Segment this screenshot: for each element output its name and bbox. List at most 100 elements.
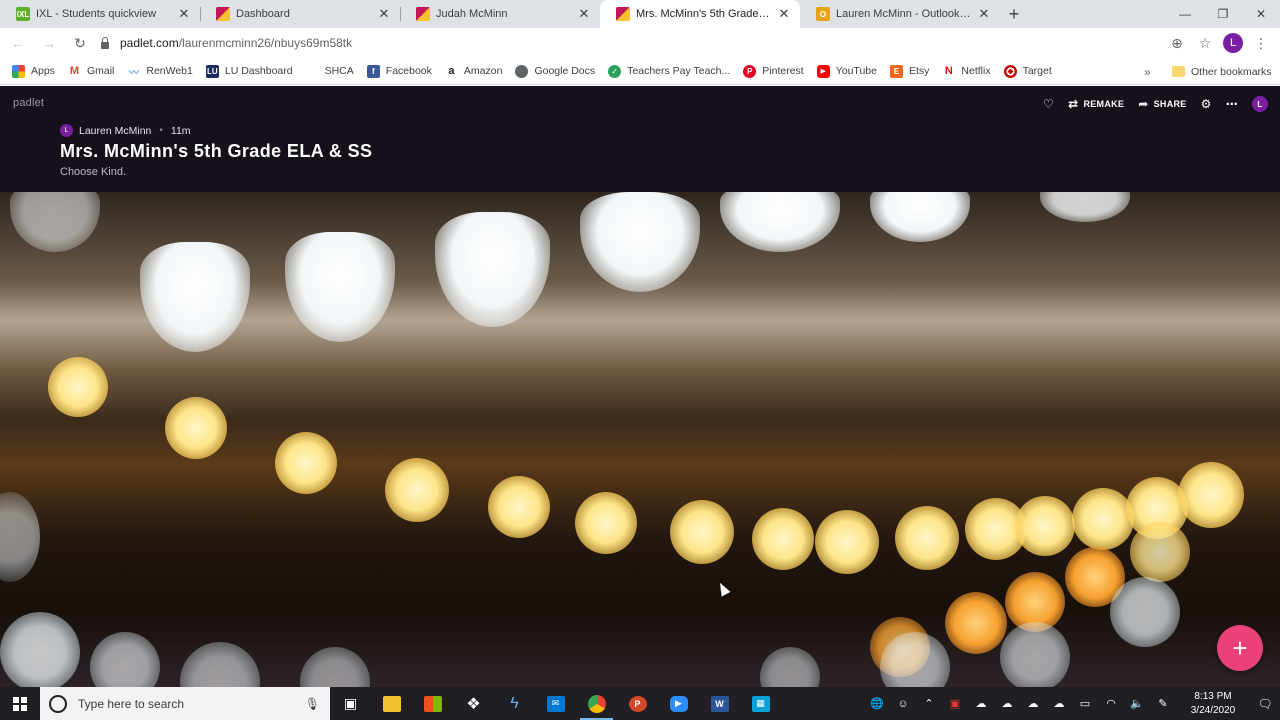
bookmark-renweb1[interactable]: 〰 RenWeb1 xyxy=(127,64,193,79)
onedrive-icon[interactable]: ☁ xyxy=(968,687,994,720)
heart-icon[interactable]: ♡ xyxy=(1043,97,1054,111)
task-view-icon[interactable]: ▣ xyxy=(330,687,371,720)
address-bar[interactable]: padlet.com/laurenmcminn26/nbuys69m58tk xyxy=(92,30,1190,56)
wallpaper-bokeh-light xyxy=(760,647,820,687)
tab-dashboard[interactable]: Dashboard ✕ xyxy=(200,0,400,28)
forward-arrow-icon[interactable]: → xyxy=(36,30,62,56)
start-button[interactable] xyxy=(0,687,40,720)
close-window-icon[interactable]: ✕ xyxy=(1242,0,1280,28)
bookmark-star-icon[interactable]: ☆ xyxy=(1194,32,1216,54)
wallpaper-bokeh-light xyxy=(0,612,80,687)
tab-padlet-active[interactable]: Mrs. McMinn's 5th Grade ELA & ✕ xyxy=(600,0,800,28)
close-icon[interactable]: ✕ xyxy=(376,6,392,22)
ixl-favicon-icon: IXL xyxy=(16,7,30,21)
gmail-icon: M xyxy=(67,64,81,78)
wallpaper-bulb xyxy=(720,192,840,252)
bookmark-teachers-pay-teachers[interactable]: ✓ Teachers Pay Teach... xyxy=(608,64,730,78)
avatar[interactable]: L xyxy=(1252,96,1268,112)
onedrive-icon[interactable]: ☁ xyxy=(994,687,1020,720)
avatar[interactable]: L xyxy=(60,124,73,137)
store-icon[interactable] xyxy=(412,687,453,720)
bookmark-netflix[interactable]: N Netflix xyxy=(942,64,991,78)
zoom-icon[interactable]: ▶ xyxy=(658,687,699,720)
remake-button[interactable]: ⇄ REMAKE xyxy=(1068,97,1124,111)
page-description: Choose Kind. xyxy=(60,166,127,178)
wallpaper-bokeh-light xyxy=(1110,577,1180,647)
bookmark-facebook[interactable]: f Facebook xyxy=(366,64,432,78)
battery-icon[interactable]: ▭ xyxy=(1072,687,1098,720)
other-bookmarks-folder[interactable]: Other bookmarks xyxy=(1172,58,1272,85)
tab-judah-mcminn[interactable]: Judah McMinn ✕ xyxy=(400,0,600,28)
wallpaper-bokeh-light xyxy=(0,492,40,582)
show-hidden-icons-chevron-icon[interactable]: ⌃ xyxy=(916,687,942,720)
minimize-icon[interactable]: — xyxy=(1166,0,1204,28)
onedrive-icon[interactable]: ☁ xyxy=(1046,687,1072,720)
word-icon[interactable]: W xyxy=(699,687,740,720)
chrome-menu-icon[interactable]: ⋮ xyxy=(1250,32,1272,54)
bookmark-amazon[interactable]: a Amazon xyxy=(444,64,502,78)
padlet-logo[interactable]: padlet xyxy=(13,97,44,109)
padlet-favicon-icon xyxy=(616,7,630,21)
target-icon xyxy=(1003,64,1017,78)
add-post-button[interactable]: + xyxy=(1217,625,1263,671)
bookmark-gmail[interactable]: M Gmail xyxy=(67,64,115,78)
dashboard-favicon-icon xyxy=(216,7,230,21)
windows-logo-icon xyxy=(13,696,27,711)
volume-icon[interactable]: 🔈 xyxy=(1124,687,1150,720)
bookmark-youtube[interactable]: ▶ YouTube xyxy=(816,64,877,78)
bookmark-label: LU Dashboard xyxy=(224,65,293,77)
mail-icon[interactable]: ✉ xyxy=(535,687,576,720)
tab-ixl[interactable]: IXL IXL - Students quickview ✕ xyxy=(0,0,200,28)
share-button[interactable]: ➦ SHARE xyxy=(1138,97,1186,111)
bookmark-google-docs[interactable]: Google Docs xyxy=(515,64,595,78)
bookmark-apps[interactable]: Apps xyxy=(12,64,55,78)
dropbox-icon[interactable]: ❖ xyxy=(453,687,494,720)
notifications-icon[interactable]: 🗨 xyxy=(1250,687,1280,720)
remake-label: REMAKE xyxy=(1083,99,1125,109)
visual-studio-icon[interactable]: ϟ xyxy=(494,687,535,720)
gear-icon[interactable]: ⚙ xyxy=(1201,97,1212,111)
lock-icon[interactable] xyxy=(100,37,110,49)
taskbar-clock[interactable]: 8:13 PM 3/24/2020 xyxy=(1176,690,1250,718)
chrome-icon[interactable] xyxy=(576,687,617,720)
powerpoint-icon[interactable]: P xyxy=(617,687,658,720)
folder-icon xyxy=(1172,66,1185,77)
taskbar-search-input[interactable]: Type here to search 🎙 xyxy=(40,687,330,720)
bookmark-etsy[interactable]: E Etsy xyxy=(889,64,929,78)
people-icon[interactable]: ☺ xyxy=(890,687,916,720)
calculator-icon[interactable]: ▦ xyxy=(740,687,781,720)
reload-icon[interactable]: ↻ xyxy=(67,30,93,56)
wifi-icon[interactable]: ◠ xyxy=(1098,687,1124,720)
new-tab-button[interactable]: + xyxy=(1000,0,1028,28)
close-icon[interactable]: ✕ xyxy=(176,6,192,22)
close-icon[interactable]: ✕ xyxy=(776,6,792,22)
restore-icon[interactable]: ❐ xyxy=(1204,0,1242,28)
tab-outlook[interactable]: O Lauren McMinn - Outlook Web A ✕ xyxy=(800,0,1000,28)
back-arrow-icon[interactable]: ← xyxy=(5,30,31,56)
microphone-icon[interactable]: 🎙 xyxy=(305,697,320,711)
help-icon[interactable]: 🌐 xyxy=(864,687,890,720)
install-app-icon[interactable]: ⊕ xyxy=(1166,32,1188,54)
wallpaper-bokeh-light xyxy=(1072,488,1134,550)
onedrive-icon[interactable]: ☁ xyxy=(1020,687,1046,720)
padlet-favicon-icon xyxy=(416,7,430,21)
padlet-wallpaper[interactable] xyxy=(0,192,1280,687)
close-icon[interactable]: ✕ xyxy=(976,6,992,22)
more-options-icon[interactable]: ⋯ xyxy=(1226,97,1238,111)
pen-icon[interactable]: ✎ xyxy=(1150,687,1176,720)
bookmark-shca[interactable]: SHCA xyxy=(305,64,354,78)
bookmark-lu-dashboard[interactable]: LU LU Dashboard xyxy=(205,64,293,78)
system-tray: 🌐 ☺ ⌃ ▣ ☁ ☁ ☁ ☁ ▭ ◠ 🔈 ✎ 8:13 PM 3/24/202… xyxy=(864,687,1280,720)
cortana-icon xyxy=(49,694,67,713)
recording-icon[interactable]: ▣ xyxy=(942,687,968,720)
profile-button[interactable]: L xyxy=(1222,32,1244,54)
wallpaper-bulb xyxy=(580,192,700,292)
padlet-actions: ♡ ⇄ REMAKE ➦ SHARE ⚙ ⋯ L xyxy=(1043,96,1268,112)
file-explorer-icon[interactable] xyxy=(371,687,412,720)
bookmarks-overflow-chevron-icon[interactable]: » xyxy=(1144,58,1151,85)
bookmark-label: Gmail xyxy=(86,65,115,77)
bookmark-pinterest[interactable]: P Pinterest xyxy=(743,64,804,78)
close-icon[interactable]: ✕ xyxy=(576,6,592,22)
bookmark-target[interactable]: Target xyxy=(1003,64,1052,78)
wallpaper-bokeh-light xyxy=(815,510,879,574)
